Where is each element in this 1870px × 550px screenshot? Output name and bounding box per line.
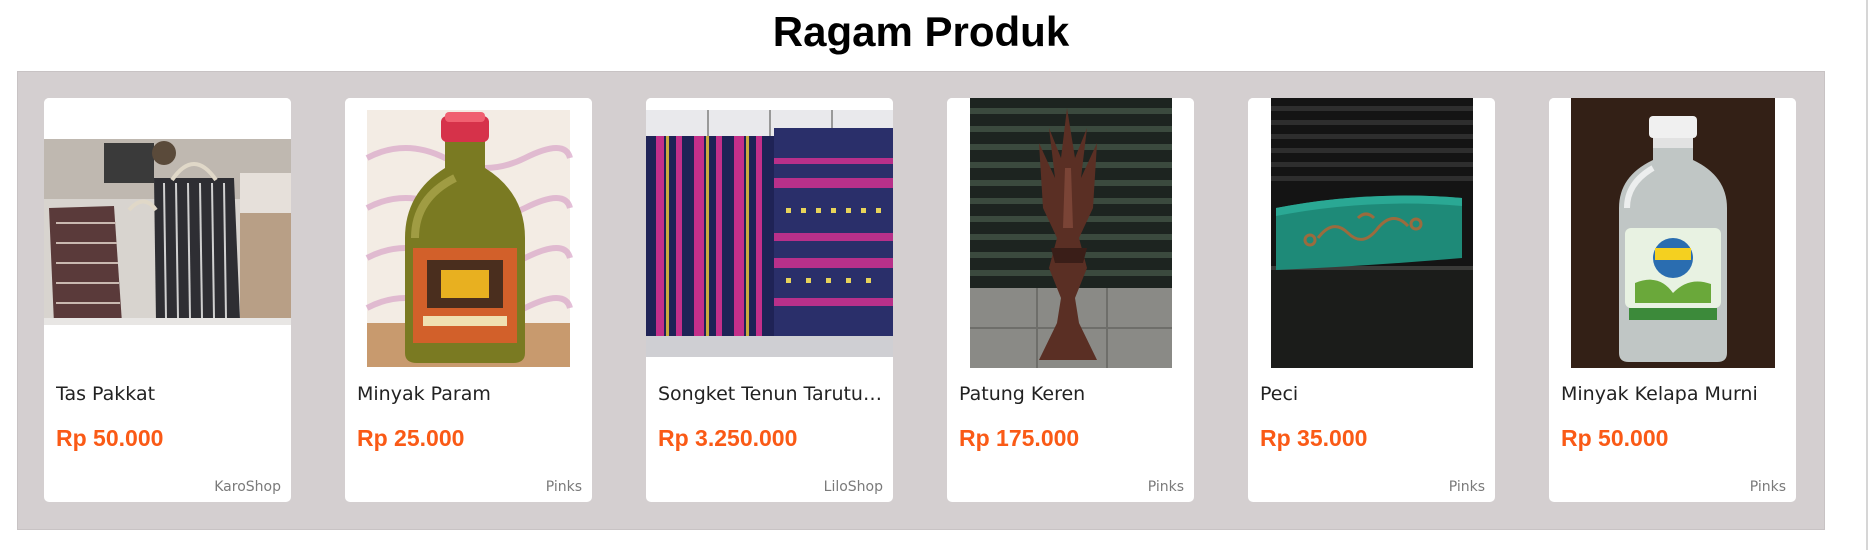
product-name[interactable]: Peci xyxy=(1260,381,1485,407)
product-price: Rp 35.000 xyxy=(1260,425,1368,451)
product-image[interactable] xyxy=(947,98,1194,368)
product-name[interactable]: Minyak Kelapa Murni xyxy=(1561,381,1786,407)
product-image[interactable] xyxy=(1248,98,1495,368)
product-card[interactable]: Minyak Param Rp 25.000 Pinks xyxy=(345,98,592,502)
product-image[interactable] xyxy=(44,98,291,368)
shop-name: Pinks xyxy=(1749,479,1786,495)
product-card[interactable]: Patung Keren Rp 175.000 Pinks xyxy=(947,98,1194,502)
product-name[interactable]: Tas Pakkat xyxy=(56,381,281,407)
shop-name: Pinks xyxy=(1448,479,1485,495)
product-image[interactable] xyxy=(345,98,592,368)
product-price: Rp 25.000 xyxy=(357,425,465,451)
product-name[interactable]: Patung Keren xyxy=(959,381,1184,407)
scrollbar[interactable] xyxy=(1866,0,1868,550)
product-card[interactable]: Peci Rp 35.000 Pinks xyxy=(1248,98,1495,502)
shop-name: KaroShop xyxy=(214,479,281,495)
product-image[interactable] xyxy=(646,98,893,368)
shop-name: Pinks xyxy=(545,479,582,495)
product-price: Rp 175.000 xyxy=(959,425,1080,451)
shop-name: LiloShop xyxy=(823,479,883,495)
product-card[interactable]: Songket Tenun Tarutung Rp 3.250.000 Lilo… xyxy=(646,98,893,502)
product-price: Rp 3.250.000 xyxy=(658,425,798,451)
product-card[interactable]: Tas Pakkat Rp 50.000 KaroShop xyxy=(44,98,291,502)
product-price: Rp 50.000 xyxy=(1561,425,1669,451)
product-name[interactable]: Minyak Param xyxy=(357,381,582,407)
shop-name: Pinks xyxy=(1147,479,1184,495)
section-title: Ragam Produk xyxy=(772,8,1070,55)
product-name[interactable]: Songket Tenun Tarutung xyxy=(658,381,883,407)
product-image[interactable] xyxy=(1549,98,1796,368)
product-card[interactable]: Minyak Kelapa Murni Rp 50.000 Pinks xyxy=(1549,98,1796,502)
product-price: Rp 50.000 xyxy=(56,425,164,451)
